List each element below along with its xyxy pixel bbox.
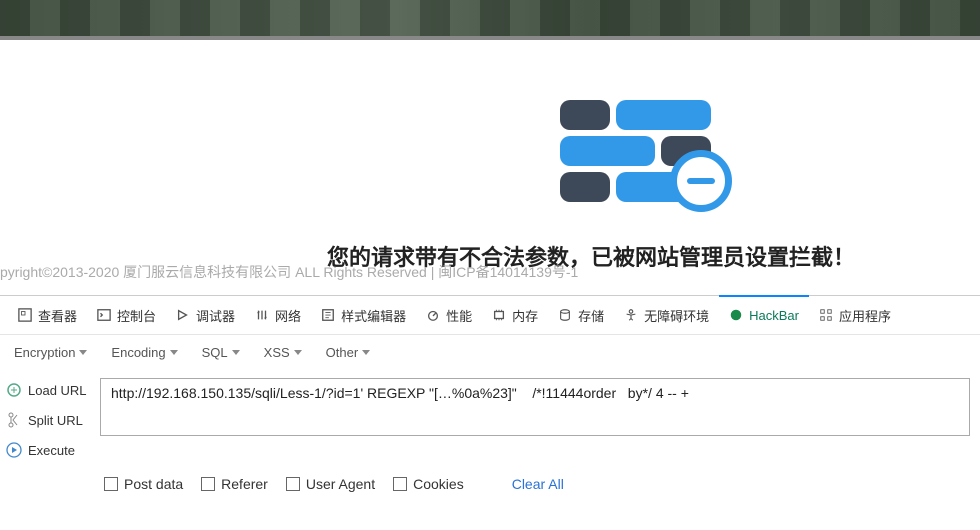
checkbox-icon bbox=[286, 477, 300, 491]
checkbox-label: User Agent bbox=[306, 476, 375, 492]
tab-label: 应用程序 bbox=[839, 306, 891, 325]
storage-icon bbox=[558, 308, 572, 322]
debugger-icon bbox=[176, 308, 190, 322]
checkbox-icon bbox=[104, 477, 118, 491]
footer-copyright: pyright©2013-2020 厦门服云信息科技有限公司 ALL Right… bbox=[0, 262, 578, 282]
execute-button[interactable]: Execute bbox=[4, 438, 94, 462]
clear-all-link[interactable]: Clear All bbox=[512, 476, 564, 492]
waf-block-icon bbox=[560, 100, 735, 220]
menu-other[interactable]: Other bbox=[316, 341, 381, 364]
checkbox-icon bbox=[201, 477, 215, 491]
checkbox-icon bbox=[393, 477, 407, 491]
tab-network[interactable]: 网络 bbox=[245, 296, 311, 334]
checkbox-label: Referer bbox=[221, 476, 268, 492]
cookies-checkbox[interactable]: Cookies bbox=[393, 476, 464, 492]
console-icon bbox=[97, 308, 111, 322]
button-label: Execute bbox=[28, 443, 75, 458]
referer-checkbox[interactable]: Referer bbox=[201, 476, 268, 492]
hackbar-sidebar: Load URL Split URL Execute bbox=[4, 378, 94, 462]
page-banner-image bbox=[0, 0, 980, 40]
network-icon bbox=[255, 308, 269, 322]
checkbox-label: Post data bbox=[124, 476, 183, 492]
memory-icon bbox=[492, 308, 506, 322]
load-url-icon bbox=[6, 382, 22, 398]
tab-label: 内存 bbox=[512, 306, 538, 325]
button-label: Load URL bbox=[28, 383, 87, 398]
accessibility-icon bbox=[624, 308, 638, 322]
tab-console[interactable]: 控制台 bbox=[87, 296, 166, 334]
chevron-down-icon bbox=[170, 350, 178, 355]
load-url-button[interactable]: Load URL bbox=[4, 378, 94, 402]
chevron-down-icon bbox=[362, 350, 370, 355]
tab-label: 查看器 bbox=[38, 306, 77, 325]
button-label: Split URL bbox=[28, 413, 83, 428]
tab-memory[interactable]: 内存 bbox=[482, 296, 548, 334]
tab-accessibility[interactable]: 无障碍环境 bbox=[614, 296, 719, 334]
split-url-button[interactable]: Split URL bbox=[4, 408, 94, 432]
tab-storage[interactable]: 存储 bbox=[548, 296, 614, 334]
url-input[interactable] bbox=[100, 378, 970, 436]
tab-label: 网络 bbox=[275, 306, 301, 325]
tab-label: 控制台 bbox=[117, 306, 156, 325]
style-icon bbox=[321, 308, 335, 322]
hackbar-icon bbox=[729, 308, 743, 322]
user-agent-checkbox[interactable]: User Agent bbox=[286, 476, 375, 492]
tab-inspector[interactable]: 查看器 bbox=[8, 296, 87, 334]
tab-hackbar[interactable]: HackBar bbox=[719, 296, 809, 334]
tab-label: HackBar bbox=[749, 308, 799, 323]
application-icon bbox=[819, 308, 833, 322]
menu-label: Other bbox=[326, 345, 359, 360]
hackbar-options: Post data Referer User Agent Cookies Cle… bbox=[0, 462, 980, 492]
menu-encoding[interactable]: Encoding bbox=[101, 341, 187, 364]
tab-debugger[interactable]: 调试器 bbox=[166, 296, 245, 334]
tab-label: 存储 bbox=[578, 306, 604, 325]
execute-icon bbox=[6, 442, 22, 458]
tab-application[interactable]: 应用程序 bbox=[809, 296, 901, 334]
chevron-down-icon bbox=[232, 350, 240, 355]
post-data-checkbox[interactable]: Post data bbox=[104, 476, 183, 492]
devtools-tabs: 查看器 控制台 调试器 网络 样式编辑器 性能 内存 存储 bbox=[0, 296, 980, 334]
tab-label: 调试器 bbox=[196, 306, 235, 325]
tab-label: 无障碍环境 bbox=[644, 306, 709, 325]
menu-label: Encoding bbox=[111, 345, 165, 360]
tab-label: 样式编辑器 bbox=[341, 306, 406, 325]
split-url-icon bbox=[6, 412, 22, 428]
tab-performance[interactable]: 性能 bbox=[416, 296, 482, 334]
tab-label: 性能 bbox=[446, 306, 472, 325]
menu-label: XSS bbox=[264, 345, 290, 360]
tab-style-editor[interactable]: 样式编辑器 bbox=[311, 296, 416, 334]
chevron-down-icon bbox=[294, 350, 302, 355]
menu-encryption[interactable]: Encryption bbox=[4, 341, 97, 364]
menu-sql[interactable]: SQL bbox=[192, 341, 250, 364]
page-content: 您的请求带有不合法参数，已被网站管理员设置拦截！ pyright©2013-20… bbox=[0, 40, 980, 277]
performance-icon bbox=[426, 308, 440, 322]
inspector-icon bbox=[18, 308, 32, 322]
hackbar-menubar: Encryption Encoding SQL XSS Other bbox=[0, 334, 980, 370]
menu-label: Encryption bbox=[14, 345, 75, 360]
menu-label: SQL bbox=[202, 345, 228, 360]
menu-xss[interactable]: XSS bbox=[254, 341, 312, 364]
chevron-down-icon bbox=[79, 350, 87, 355]
devtools-panel: 查看器 控制台 调试器 网络 样式编辑器 性能 内存 存储 bbox=[0, 295, 980, 530]
checkbox-label: Cookies bbox=[413, 476, 464, 492]
